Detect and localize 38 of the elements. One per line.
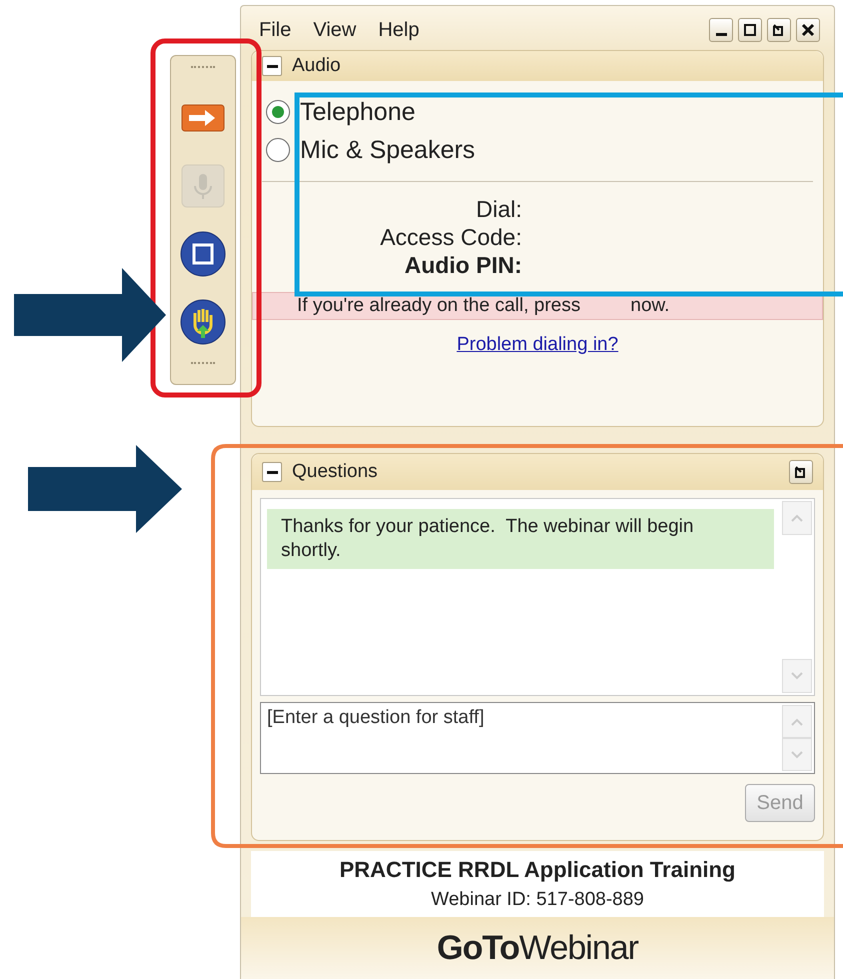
microphone-icon [181, 164, 225, 208]
close-button[interactable] [796, 18, 820, 42]
close-icon [801, 23, 815, 37]
maximize-button[interactable] [738, 18, 762, 42]
restore-button[interactable] [767, 18, 791, 42]
radio-button[interactable] [266, 100, 290, 124]
restore-icon [794, 465, 808, 479]
radio-button[interactable] [266, 138, 290, 162]
menu-item[interactable]: Help [378, 18, 420, 42]
field-label: Dial: [474, 196, 522, 224]
message-text: Thanks for your patience. The webinar will begin shortly. [267, 509, 774, 569]
menu-item[interactable]: View [313, 18, 356, 42]
collapse-button[interactable] [262, 462, 282, 482]
field-label: Audio PIN: [403, 252, 522, 280]
minus-icon [266, 64, 278, 68]
notice-text: now. [630, 295, 670, 318]
menu-item[interactable]: File [259, 18, 292, 42]
panel-title: Audio [292, 55, 341, 78]
help-link[interactable]: Problem dialing in? [456, 334, 618, 356]
restore-icon [772, 23, 786, 37]
popout-button[interactable] [789, 460, 813, 484]
webinar-title: PRACTICE RRDL Application Training [339, 857, 736, 883]
toolbar-button[interactable] [179, 230, 227, 278]
maximize-icon [743, 23, 757, 37]
webinar-id: Webinar ID: 517-808-889 [431, 889, 644, 911]
radio-label: Telephone [300, 98, 416, 127]
collapse-button[interactable] [262, 56, 282, 76]
field-label: Access Code: [379, 224, 522, 252]
toolbar-button[interactable] [179, 298, 227, 346]
radio-label: Mic & Speakers [300, 136, 476, 165]
minus-icon [266, 470, 278, 474]
panel-title: Questions [292, 461, 378, 483]
raise-hand-icon [180, 299, 226, 345]
minimize-icon [716, 33, 726, 36]
notice-text: If you're already on the call, press [297, 295, 580, 318]
screen-icon [180, 231, 226, 277]
minimize-button[interactable] [709, 18, 733, 42]
logo-text: GoToWebinar [436, 929, 638, 968]
